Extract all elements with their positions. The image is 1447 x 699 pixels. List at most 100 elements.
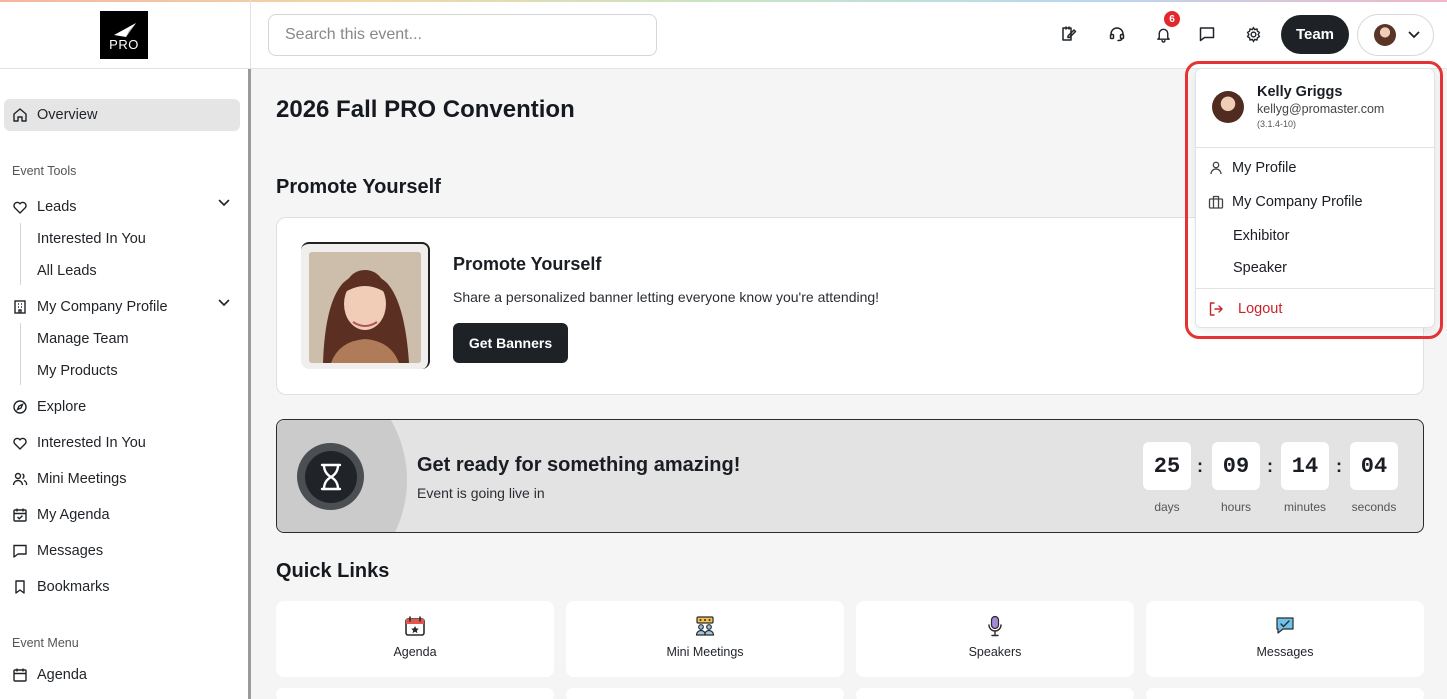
heart-icon — [13, 201, 27, 214]
headset-icon — [1109, 27, 1125, 42]
settings-button[interactable] — [1236, 17, 1270, 51]
meeting-group-icon — [695, 616, 715, 636]
countdown-banner: Get ready for something amazing! Event i… — [276, 419, 1424, 533]
sidebar-item-explore[interactable]: Explore — [4, 391, 240, 423]
get-banners-button[interactable]: Get Banners — [453, 323, 568, 363]
user-email: kellyg@promaster.com — [1257, 102, 1385, 116]
menu-item-company-profile[interactable]: My Company Profile — [1208, 188, 1422, 216]
search-input[interactable] — [268, 14, 657, 56]
promote-card-text: Share a personalized banner letting ever… — [453, 289, 880, 305]
sidebar-subitem-manage-team[interactable]: Manage Team — [37, 325, 129, 353]
app-root: PRO 6 — [0, 0, 1447, 699]
sidebar-subitem-interested[interactable]: Interested In You — [37, 225, 146, 253]
countdown-minutes: 14 minutes — [1281, 442, 1329, 514]
team-button[interactable]: Team — [1281, 15, 1349, 54]
calendar-star-icon — [405, 616, 425, 636]
countdown-colon: : — [1336, 456, 1342, 476]
avatar — [1374, 24, 1396, 46]
building-icon — [14, 300, 26, 314]
quick-link-agenda[interactable]: Agenda — [276, 601, 554, 677]
countdown-label: hours — [1220, 500, 1252, 514]
profile-photo-frame — [301, 242, 430, 369]
sidebar-scrollbar[interactable] — [248, 69, 251, 699]
edit-note-icon — [1062, 26, 1077, 41]
heart-icon — [13, 437, 27, 450]
sidebar-item-my-agenda[interactable]: My Agenda — [4, 499, 240, 531]
chevron-down-icon[interactable] — [218, 199, 230, 207]
sidebar-subitem-all-leads[interactable]: All Leads — [37, 257, 97, 285]
quick-link-label: Mini Meetings — [666, 645, 744, 659]
sidebar-item-leads[interactable]: Leads — [4, 191, 240, 223]
hourglass-icon — [320, 463, 341, 490]
message-bubble-icon — [1276, 617, 1294, 634]
sidebar-item-interested[interactable]: Interested In You — [4, 427, 240, 459]
section-label-event-tools: Event Tools — [12, 164, 77, 178]
sidebar-item-label: Leads — [37, 199, 77, 215]
quick-link-messages[interactable]: Messages — [1146, 601, 1424, 677]
home-icon — [13, 108, 27, 122]
quick-link-card-partial[interactable] — [276, 688, 554, 699]
bookmark-icon — [15, 580, 25, 594]
sidebar-item-label: Agenda — [37, 667, 87, 683]
notes-button[interactable] — [1052, 17, 1086, 51]
menu-item-my-profile[interactable]: My Profile — [1208, 154, 1422, 182]
menu-item-label: My Profile — [1232, 160, 1297, 176]
sidebar-item-agenda[interactable]: Agenda — [4, 659, 240, 691]
sidebar-item-messages[interactable]: Messages — [4, 535, 240, 567]
menu-divider — [1196, 288, 1434, 289]
sidebar-item-label: Messages — [37, 543, 104, 559]
countdown-subtitle: Event is going live in — [417, 485, 545, 501]
briefcase-icon — [1208, 195, 1224, 209]
sidebar-item-label: My Agenda — [37, 507, 110, 523]
countdown-value: 09 — [1212, 442, 1260, 490]
menu-item-speaker[interactable]: Speaker — [1208, 254, 1422, 282]
quick-link-card-partial[interactable] — [1146, 688, 1424, 699]
notification-badge: 6 — [1164, 11, 1180, 27]
sidebar-item-label: Mini Meetings — [37, 471, 127, 487]
submenu-line — [20, 323, 21, 385]
sidebar-item-label: My Company Profile — [37, 299, 168, 315]
menu-item-logout[interactable]: Logout — [1208, 295, 1422, 323]
sidebar-item-overview[interactable]: Overview — [4, 99, 240, 131]
quick-link-label: Messages — [1256, 645, 1314, 659]
chevron-down-icon — [1408, 31, 1420, 38]
promote-section-title: Promote Yourself — [276, 176, 441, 198]
calendar-check-icon — [13, 508, 27, 522]
quick-link-speakers[interactable]: Speakers — [856, 601, 1134, 677]
sidebar-item-company-profile[interactable]: My Company Profile — [4, 291, 240, 323]
quick-link-card-partial[interactable] — [856, 688, 1134, 699]
users-icon — [12, 472, 28, 486]
profile-photo — [309, 252, 421, 363]
quick-link-card-partial[interactable] — [566, 688, 844, 699]
support-button[interactable] — [1100, 17, 1134, 51]
menu-item-label: Logout — [1238, 301, 1283, 317]
countdown-colon: : — [1267, 456, 1273, 476]
sidebar-item-bookmarks[interactable]: Bookmarks — [4, 571, 240, 603]
quick-link-mini-meetings[interactable]: Mini Meetings — [566, 601, 844, 677]
sidebar-subitem-my-products[interactable]: My Products — [37, 357, 118, 385]
section-label-event-menu: Event Menu — [12, 636, 79, 650]
sidebar-item-label: Interested In You — [37, 435, 146, 451]
countdown-days: 25 days — [1143, 442, 1191, 514]
logout-icon — [1209, 302, 1223, 316]
quick-links-title: Quick Links — [276, 560, 390, 582]
sidebar-item-label: Explore — [37, 399, 87, 415]
chevron-down-icon[interactable] — [218, 299, 230, 307]
app-version: (3.1.4-10) — [1257, 119, 1297, 129]
messages-button[interactable] — [1190, 17, 1224, 51]
avatar — [1212, 91, 1244, 123]
sidebar-item-mini-meetings[interactable]: Mini Meetings — [4, 463, 240, 495]
chat-icon — [1199, 27, 1215, 42]
menu-item-exhibitor[interactable]: Exhibitor — [1208, 222, 1422, 250]
notifications-button[interactable]: 6 — [1146, 11, 1180, 51]
menu-divider — [1196, 147, 1434, 148]
countdown-label: days — [1154, 500, 1180, 514]
countdown-value: 14 — [1281, 442, 1329, 490]
hourglass-badge — [297, 443, 364, 510]
calendar-icon — [13, 668, 27, 682]
user-menu-toggle[interactable] — [1357, 14, 1434, 56]
pro-logo[interactable]: PRO — [100, 11, 148, 59]
countdown-value: 25 — [1143, 442, 1191, 490]
bell-icon — [1156, 28, 1170, 43]
countdown-colon: : — [1197, 456, 1203, 476]
